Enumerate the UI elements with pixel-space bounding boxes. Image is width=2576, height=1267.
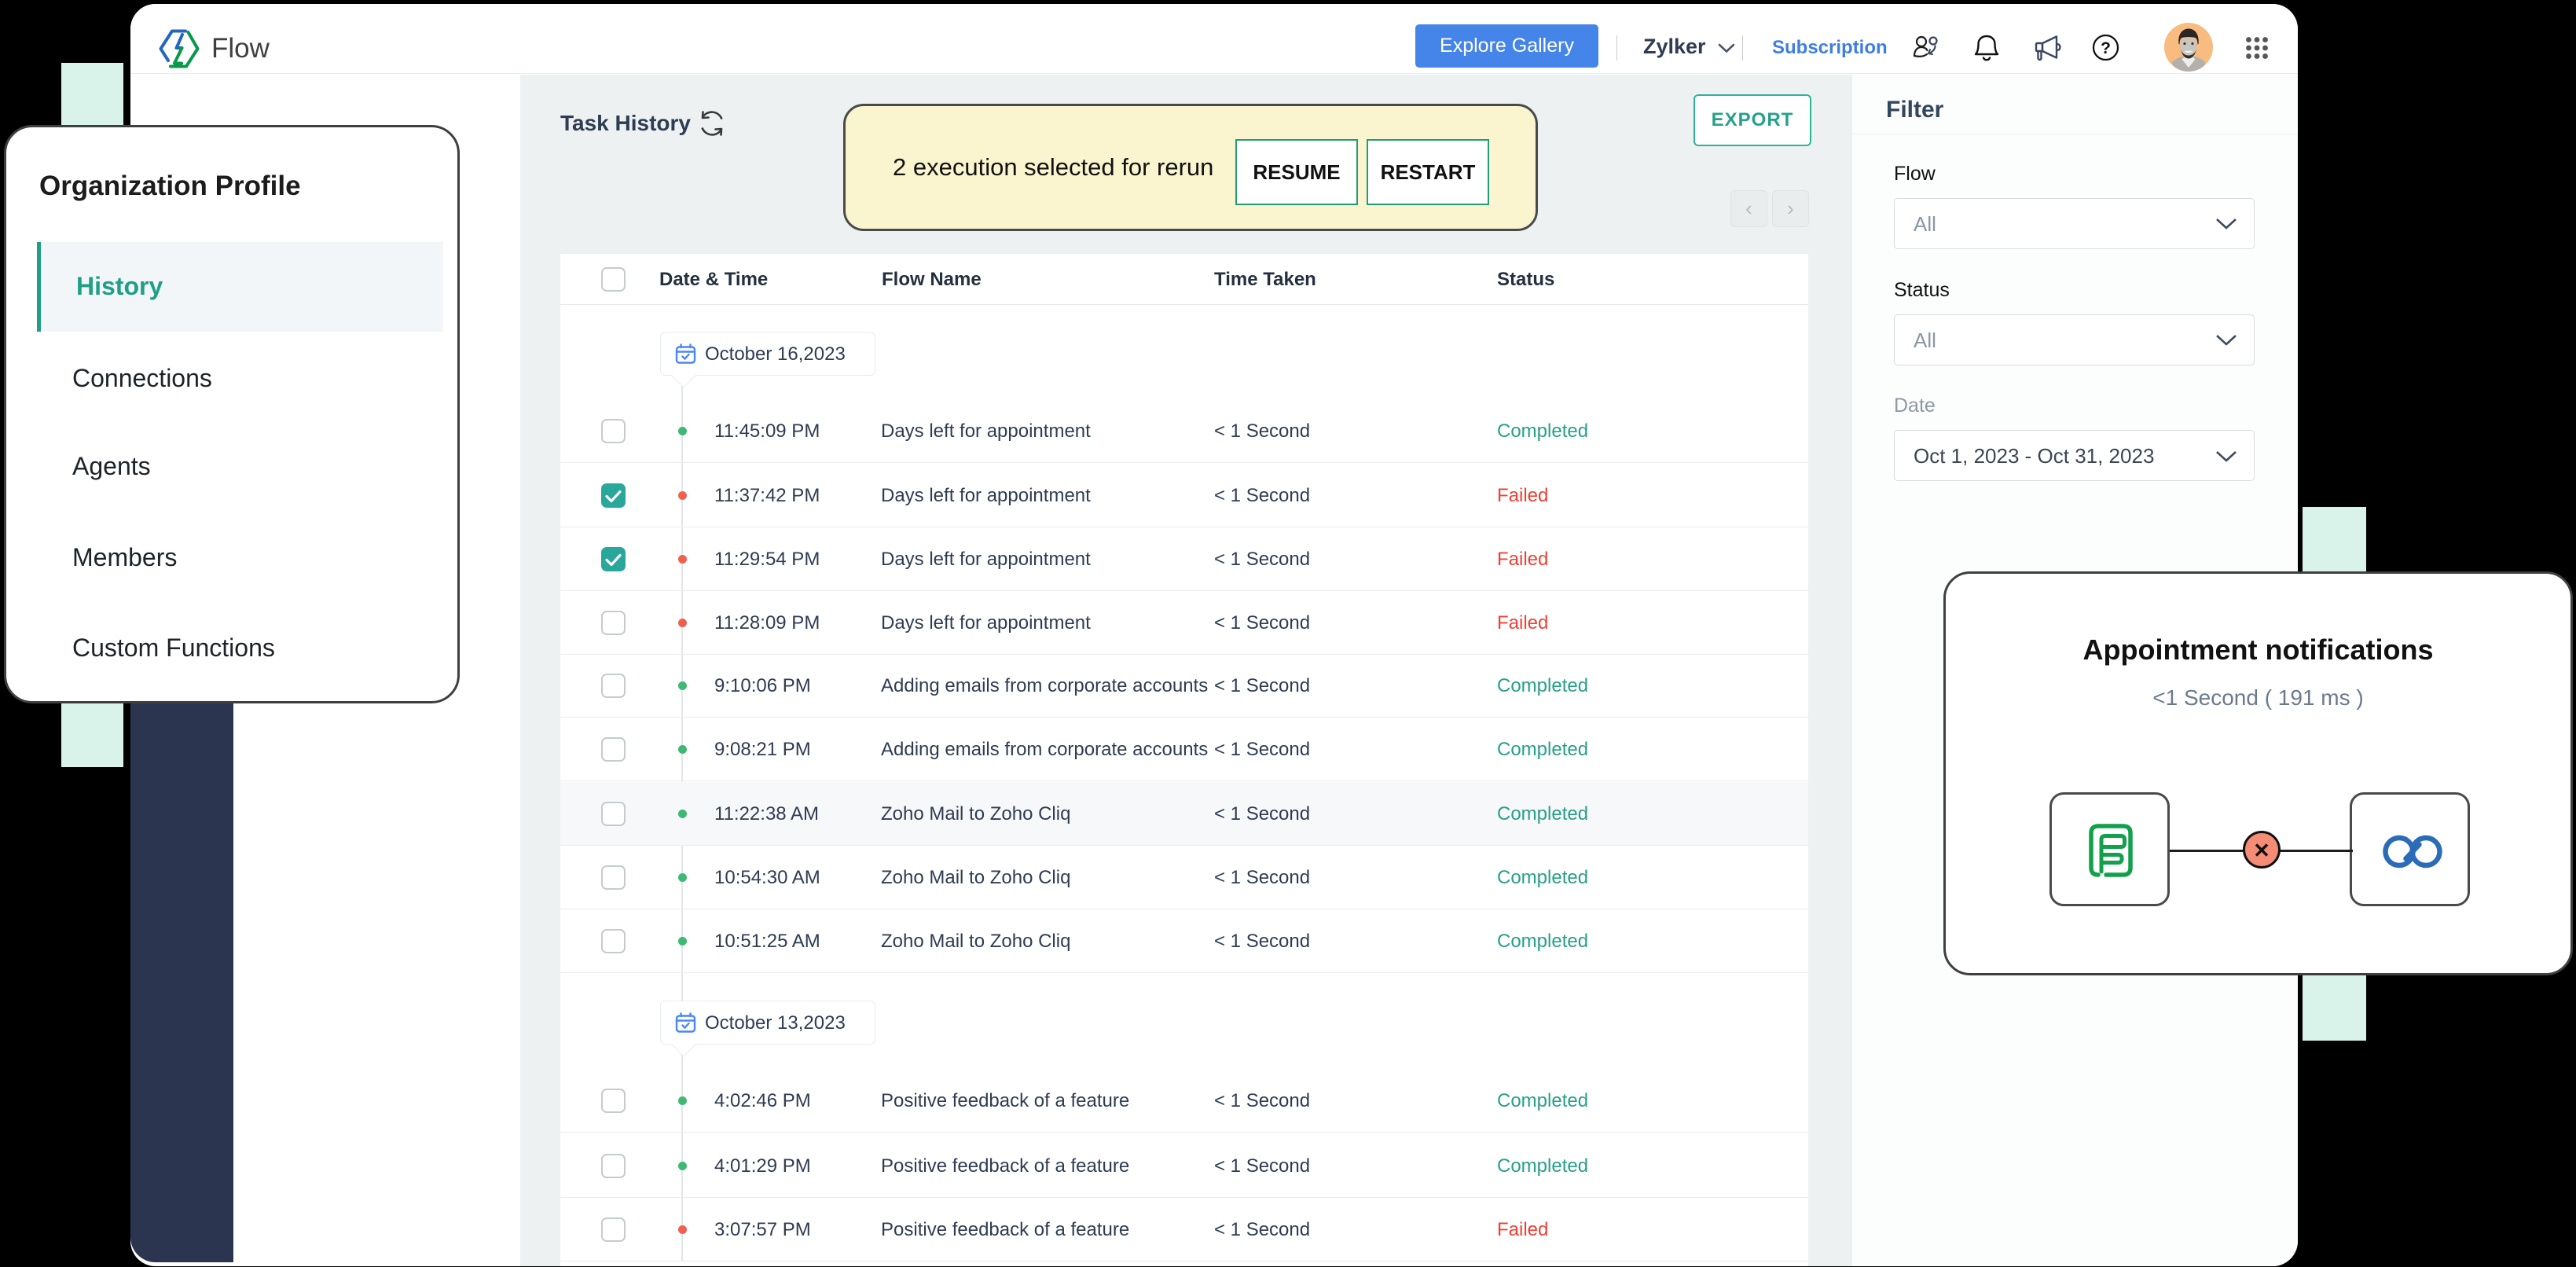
svg-text:?: ? [2101,39,2111,57]
